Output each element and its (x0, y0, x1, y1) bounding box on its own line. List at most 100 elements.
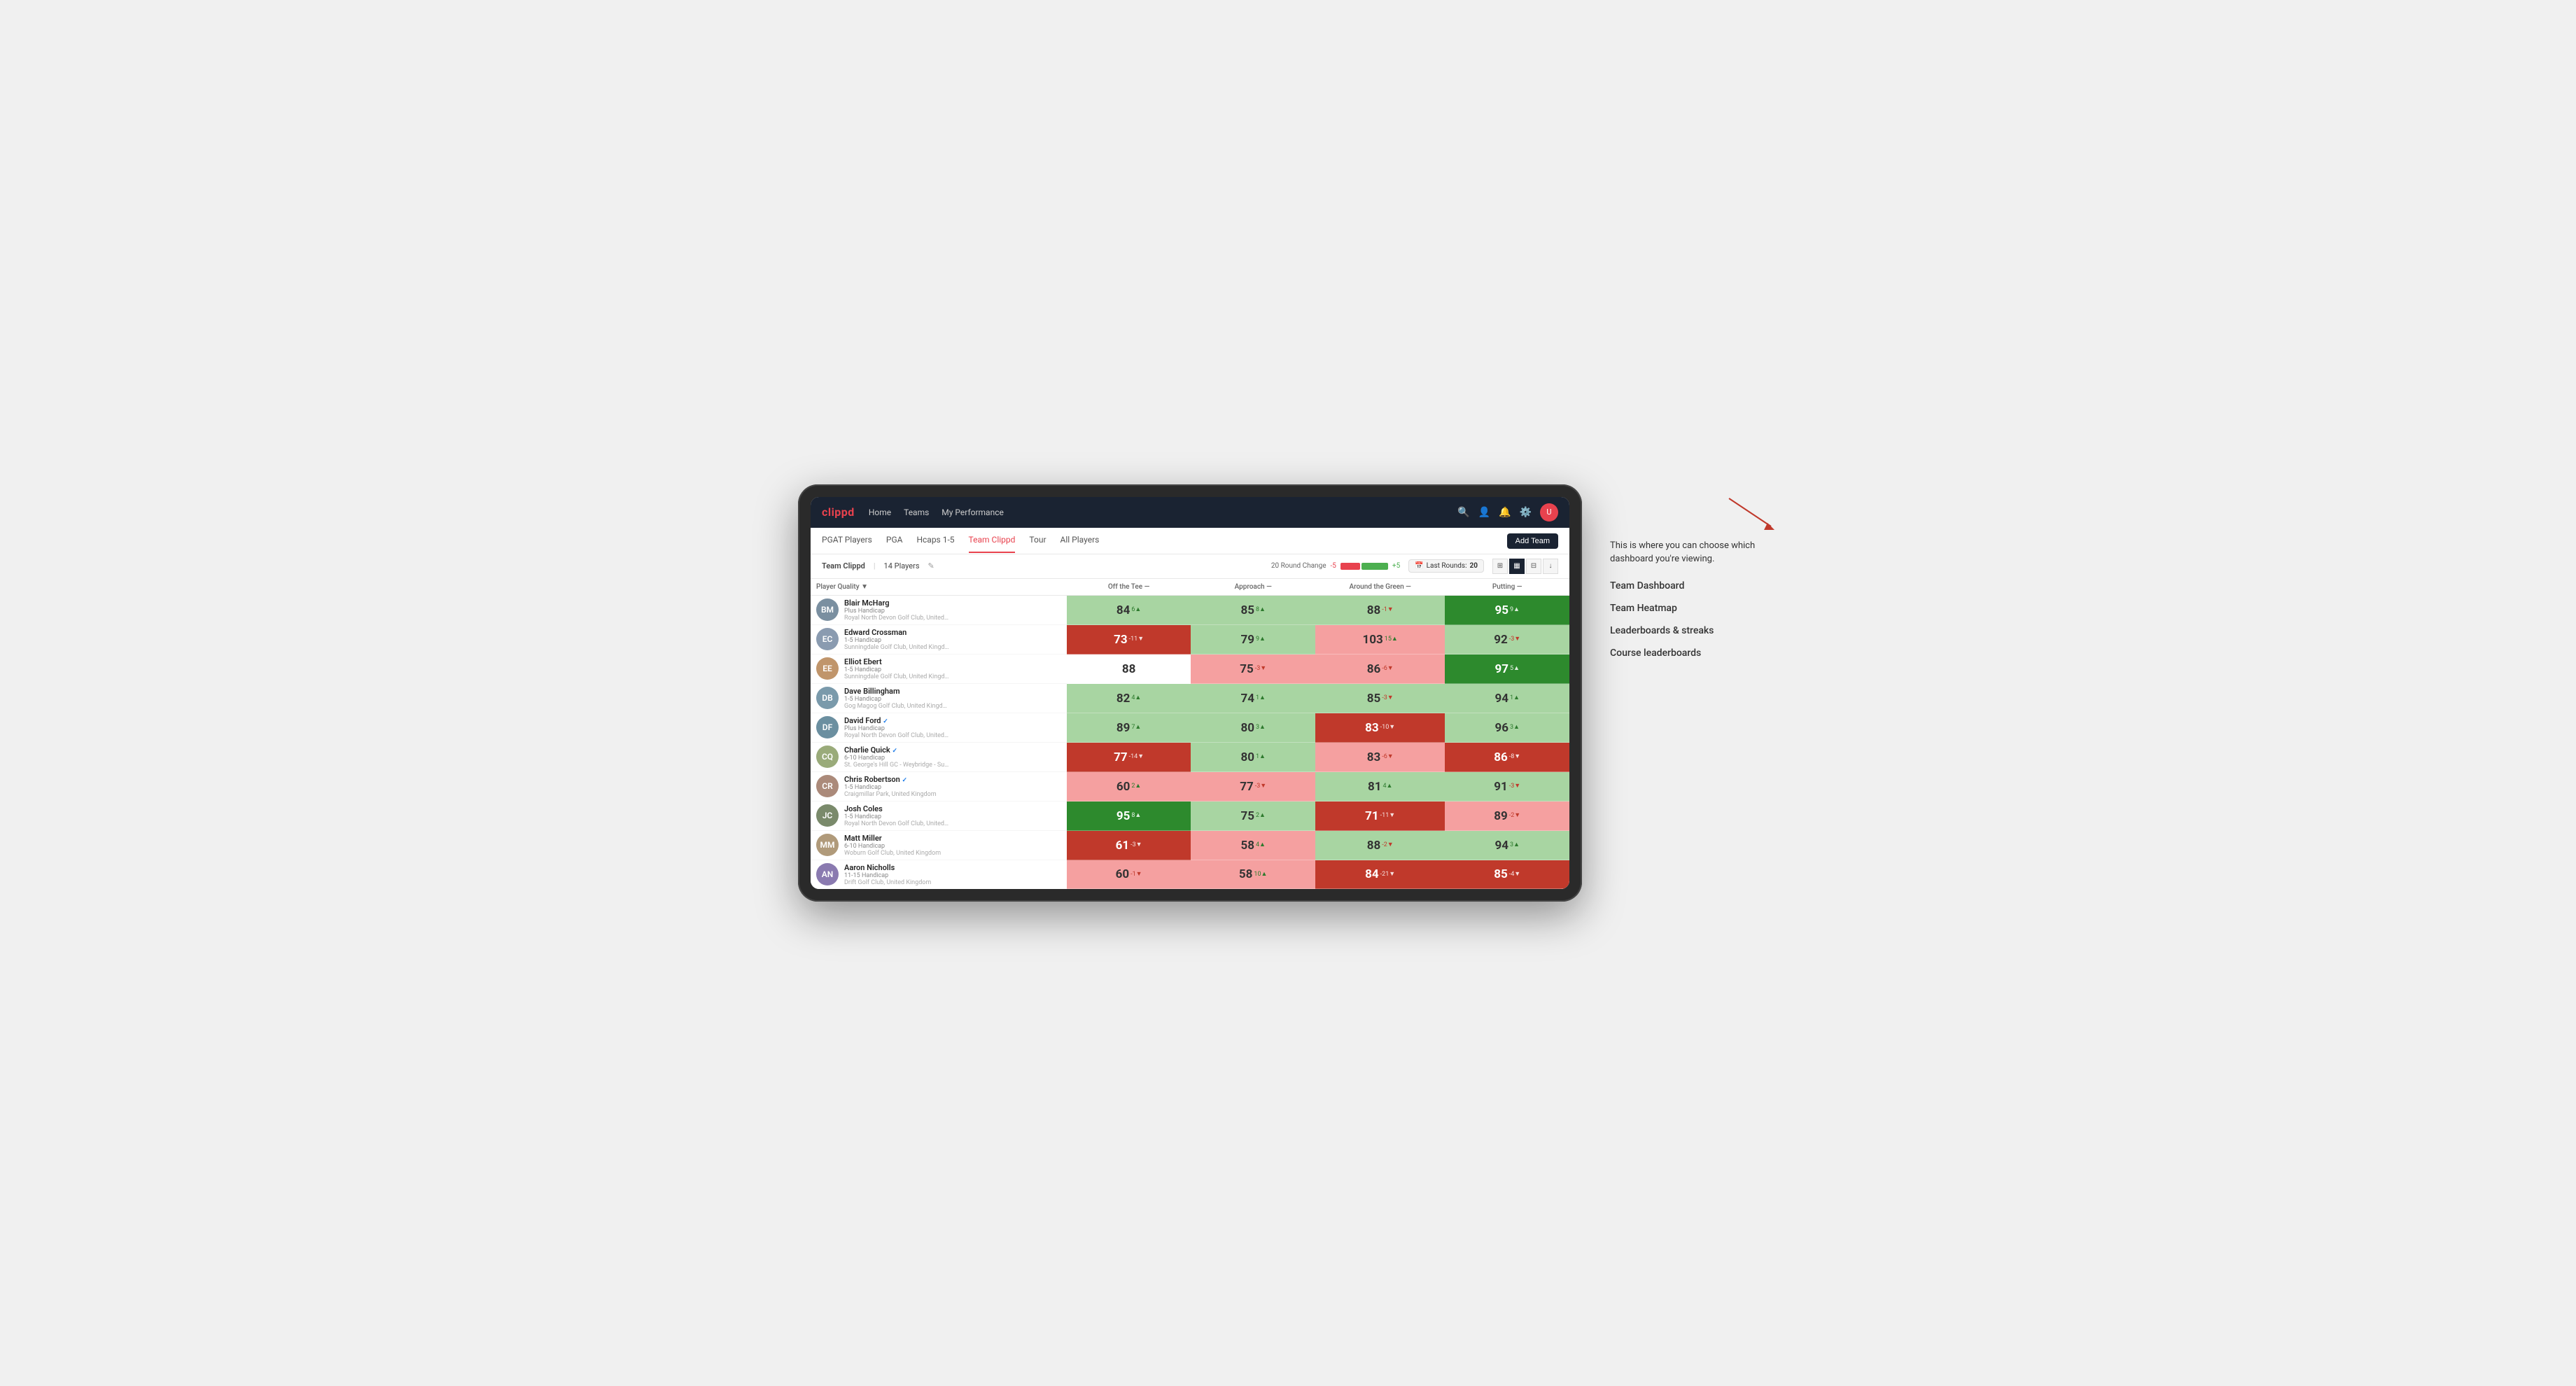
col-header-putting[interactable]: Putting — (1445, 579, 1569, 596)
player-cell[interactable]: CQ Charlie Quick ✓ 6-10 Handicap St. Geo… (811, 743, 1067, 772)
page-wrapper: clippd Home Teams My Performance 🔍 👤 🔔 ⚙… (798, 484, 1778, 902)
nav-my-performance[interactable]: My Performance (941, 505, 1004, 520)
nav-home[interactable]: Home (869, 505, 891, 520)
col-header-player[interactable]: Player Quality ▼ (811, 579, 1067, 596)
score-content: 89 -2▼ (1448, 809, 1567, 823)
player-avatar: EC (816, 628, 839, 650)
score-approach: 75 -3▼ (1191, 654, 1315, 684)
score-change: 5▲ (1510, 665, 1520, 673)
score-approach: 80 1▲ (1191, 743, 1315, 772)
score-around: 86 -6▼ (1315, 654, 1445, 684)
score-number: 95 (1116, 809, 1130, 823)
score-change: -10▼ (1380, 724, 1396, 732)
score-change: 15▲ (1385, 636, 1398, 643)
score-number: 79 (1240, 633, 1254, 647)
player-cell[interactable]: EE Elliot Ebert 1-5 Handicap Sunningdale… (811, 654, 1067, 684)
score-content: 71 -11▼ (1318, 809, 1442, 823)
player-cell[interactable]: JC Josh Coles 1-5 Handicap Royal North D… (811, 802, 1067, 831)
score-change: 6▲ (1131, 606, 1141, 614)
score-change: -3▼ (1509, 636, 1520, 643)
player-avatar: JC (816, 804, 839, 827)
score-content: 89 7▲ (1070, 721, 1189, 735)
table-view-button[interactable]: ▦ (1509, 559, 1525, 574)
last-rounds-button[interactable]: 📅 Last Rounds: 20 (1408, 559, 1484, 573)
score-number: 75 (1240, 662, 1254, 676)
toolbar-separator: | (874, 561, 876, 570)
score-change: -11▼ (1380, 812, 1396, 820)
bell-icon[interactable]: 🔔 (1499, 507, 1511, 518)
score-number: 73 (1114, 633, 1128, 647)
bar-red (1340, 563, 1360, 570)
score-change: 9▲ (1510, 606, 1520, 614)
settings-icon[interactable]: ⚙️ (1520, 507, 1532, 518)
player-cell[interactable]: DB Dave Billingham 1-5 Handicap Gog Mago… (811, 684, 1067, 713)
player-info: Charlie Quick ✓ 6-10 Handicap St. George… (844, 746, 949, 769)
player-cell[interactable]: EC Edward Crossman 1-5 Handicap Sunningd… (811, 625, 1067, 654)
player-club: Royal North Devon Golf Club, United King… (844, 615, 949, 622)
user-avatar[interactable]: U (1540, 503, 1558, 522)
table-row: JC Josh Coles 1-5 Handicap Royal North D… (811, 802, 1569, 831)
score-content: 91 -3▼ (1448, 780, 1567, 794)
score-content: 58 4▲ (1194, 839, 1312, 853)
player-avatar: EE (816, 657, 839, 680)
tablet-frame: clippd Home Teams My Performance 🔍 👤 🔔 ⚙… (798, 484, 1582, 902)
member-count-label: 14 Players (884, 561, 920, 570)
grid-view-button[interactable]: ⊞ (1492, 559, 1508, 574)
score-putting: 96 3▲ (1445, 713, 1569, 743)
subnav-team-clippd[interactable]: Team Clippd (969, 528, 1016, 553)
score-number: 60 (1116, 867, 1130, 881)
score-content: 86 -8▼ (1448, 750, 1567, 764)
score-around: 88 -1▼ (1315, 595, 1445, 625)
subnav-hcaps[interactable]: Hcaps 1-5 (916, 528, 954, 553)
data-table-wrapper: Player Quality ▼ Off the Tee — Approach … (811, 579, 1569, 890)
subnav-pgat-players[interactable]: PGAT Players (822, 528, 872, 553)
col-header-around[interactable]: Around the Green — (1315, 579, 1445, 596)
edit-icon[interactable]: ✎ (928, 561, 934, 570)
score-off_tee: 88 (1067, 654, 1191, 684)
player-handicap: 11-15 Handicap (844, 872, 931, 879)
score-content: 81 4▲ (1318, 780, 1442, 794)
score-content: 77 -3▼ (1194, 780, 1312, 794)
score-content: 95 9▲ (1448, 603, 1567, 617)
score-off_tee: 60 2▲ (1067, 772, 1191, 802)
score-off_tee: 84 6▲ (1067, 595, 1191, 625)
player-handicap: 1-5 Handicap (844, 666, 949, 673)
score-off_tee: 82 4▲ (1067, 684, 1191, 713)
nav-teams[interactable]: Teams (904, 505, 929, 520)
player-cell[interactable]: MM Matt Miller 6-10 Handicap Woburn Golf… (811, 831, 1067, 860)
heatmap-view-button[interactable]: ⊟ (1526, 559, 1541, 574)
score-change: 10▲ (1254, 871, 1267, 878)
player-cell[interactable]: DF David Ford ✓ Plus Handicap Royal Nort… (811, 713, 1067, 743)
table-row: MM Matt Miller 6-10 Handicap Woburn Golf… (811, 831, 1569, 860)
score-number: 77 (1240, 780, 1254, 794)
score-number: 83 (1367, 750, 1381, 764)
score-number: 74 (1240, 692, 1254, 706)
score-number: 81 (1368, 780, 1382, 794)
col-header-off-tee[interactable]: Off the Tee — (1067, 579, 1191, 596)
annotation-panel: This is where you can choose which dashb… (1610, 484, 1778, 659)
subnav-pga[interactable]: PGA (886, 528, 903, 553)
player-avatar: BM (816, 598, 839, 621)
player-cell[interactable]: AN Aaron Nicholls 11-15 Handicap Drift G… (811, 860, 1067, 889)
search-icon[interactable]: 🔍 (1457, 507, 1469, 518)
table-row: CQ Charlie Quick ✓ 6-10 Handicap St. Geo… (811, 743, 1569, 772)
download-button[interactable]: ↓ (1543, 559, 1558, 574)
score-content: 88 (1070, 662, 1189, 676)
subnav-all-players[interactable]: All Players (1060, 528, 1100, 553)
player-club: Woburn Golf Club, United Kingdom (844, 850, 941, 857)
table-row: BM Blair McHarg Plus Handicap Royal Nort… (811, 595, 1569, 625)
score-content: 88 -2▼ (1318, 839, 1442, 853)
player-avatar: DB (816, 687, 839, 709)
player-cell[interactable]: CR Chris Robertson ✓ 1-5 Handicap Craigm… (811, 772, 1067, 802)
player-cell[interactable]: BM Blair McHarg Plus Handicap Royal Nort… (811, 596, 1067, 625)
score-number: 80 (1240, 721, 1254, 735)
col-header-approach[interactable]: Approach — (1191, 579, 1315, 596)
player-avatar: DF (816, 716, 839, 738)
score-around: 83 -6▼ (1315, 743, 1445, 772)
add-team-button[interactable]: Add Team (1507, 533, 1558, 549)
annotation-team-heatmap: Team Heatmap (1610, 603, 1778, 614)
score-change: -1▼ (1382, 606, 1393, 614)
user-icon[interactable]: 👤 (1478, 507, 1490, 518)
subnav-tour[interactable]: Tour (1029, 528, 1046, 553)
score-content: 61 -3▼ (1070, 839, 1189, 853)
